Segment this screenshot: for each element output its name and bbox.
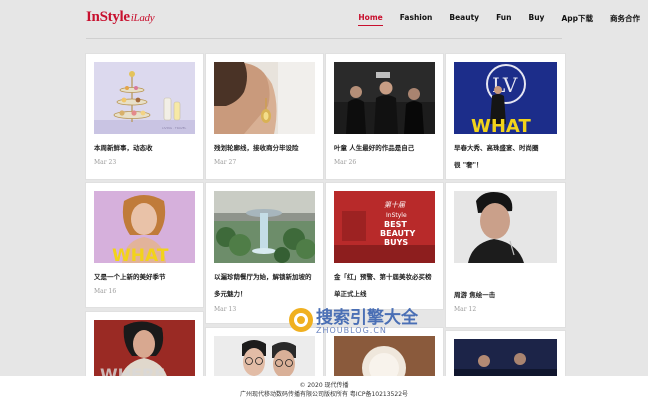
article-image-best-beauty: 第十届 InStyle BEST BEAUTY BUYS bbox=[334, 191, 435, 263]
article-image-jewel-waterfall bbox=[214, 191, 315, 263]
article-title[interactable]: 以漏珍荫餐厅为始，解锁新加坡的 bbox=[214, 269, 316, 286]
article-date: Mar 13 bbox=[214, 306, 237, 313]
article-card[interactable]: 残划轮廓线，接收商分毕设险 Mar 27 bbox=[205, 53, 324, 180]
article-title[interactable]: 早春大秀、高珠盛宴、时尚圈 bbox=[454, 140, 556, 157]
article-image-man-portrait bbox=[454, 191, 557, 263]
article-date: Mar 27 bbox=[214, 159, 237, 166]
svg-text:BUYS: BUYS bbox=[384, 238, 408, 247]
article-image-lv-what: LV WHAT bbox=[454, 62, 557, 134]
article-grid: LIVING · TRAVEL 本周新鲜事，动态收 Mar 23 残划轮廓线，接… bbox=[0, 0, 648, 405]
article-image-dark-fashion bbox=[334, 62, 435, 134]
svg-text:WHAT: WHAT bbox=[112, 246, 169, 263]
svg-text:WHAT: WHAT bbox=[471, 116, 531, 134]
svg-text:BEST: BEST bbox=[384, 220, 407, 229]
svg-text:LV: LV bbox=[492, 73, 518, 97]
site-footer: © 2020 现代传播 广州现代移动数码传播有限公司版权所有 粤ICP备1021… bbox=[0, 376, 648, 405]
article-card[interactable]: 第十届 InStyle BEST BEAUTY BUYS 金「红」预警、第十届美… bbox=[325, 182, 444, 310]
copyright: © 2020 现代传播 bbox=[299, 382, 349, 389]
article-title[interactable]: 本周新鲜事，动态收 bbox=[94, 140, 196, 157]
article-card[interactable]: 以漏珍荫餐厅为始，解锁新加坡的 多元魅力！ Mar 13 bbox=[205, 182, 324, 324]
article-card[interactable]: 叶童 人生最好的作品是自己 Mar 26 bbox=[325, 53, 444, 180]
article-title[interactable]: 周游 焦绘一击 bbox=[454, 287, 556, 304]
article-title-line2[interactable]: 单正式上线 bbox=[334, 286, 436, 303]
article-image-what-portrait: WHAT bbox=[94, 191, 195, 263]
svg-text:第十届: 第十届 bbox=[384, 201, 406, 209]
article-title[interactable]: 叶童 人生最好的作品是自己 bbox=[334, 140, 436, 157]
article-date: Mar 26 bbox=[334, 159, 357, 166]
article-image-where-portrait: WHERE bbox=[94, 320, 195, 380]
article-title-line2[interactable]: 多元魅力！ bbox=[214, 286, 316, 303]
svg-text:InStyle: InStyle bbox=[386, 212, 407, 219]
article-image-afternoon-tea: LIVING · TRAVEL bbox=[94, 62, 195, 134]
icp-record: 广州现代移动数码传播有限公司版权所有 粤ICP备10213522号 bbox=[239, 391, 409, 398]
article-title-line2[interactable]: 很 "奢"！ bbox=[454, 157, 556, 174]
article-card[interactable]: 周游 焦绘一击 Mar 12 bbox=[445, 182, 566, 328]
article-date: Mar 16 bbox=[94, 288, 117, 295]
article-date: Mar 12 bbox=[454, 306, 477, 313]
article-title[interactable]: 又是一个上新的美好季节 bbox=[94, 269, 196, 286]
article-card[interactable]: LIVING · TRAVEL 本周新鲜事，动态收 Mar 23 bbox=[85, 53, 204, 180]
article-title[interactable]: 残划轮廓线，接收商分毕设险 bbox=[214, 140, 316, 157]
svg-text:LIVING · TRAVEL: LIVING · TRAVEL bbox=[162, 126, 187, 130]
article-card[interactable]: LV WHAT 早春大秀、高珠盛宴、时尚圈 很 "奢"！ bbox=[445, 53, 566, 180]
article-image-earring bbox=[214, 62, 315, 134]
article-title[interactable]: 金「红」预警、第十届美妆必买榜 bbox=[334, 269, 436, 286]
article-card[interactable]: WHAT 又是一个上新的美好季节 Mar 16 bbox=[85, 182, 204, 308]
svg-text:BEAUTY: BEAUTY bbox=[380, 229, 415, 238]
article-date: Mar 23 bbox=[94, 159, 117, 166]
